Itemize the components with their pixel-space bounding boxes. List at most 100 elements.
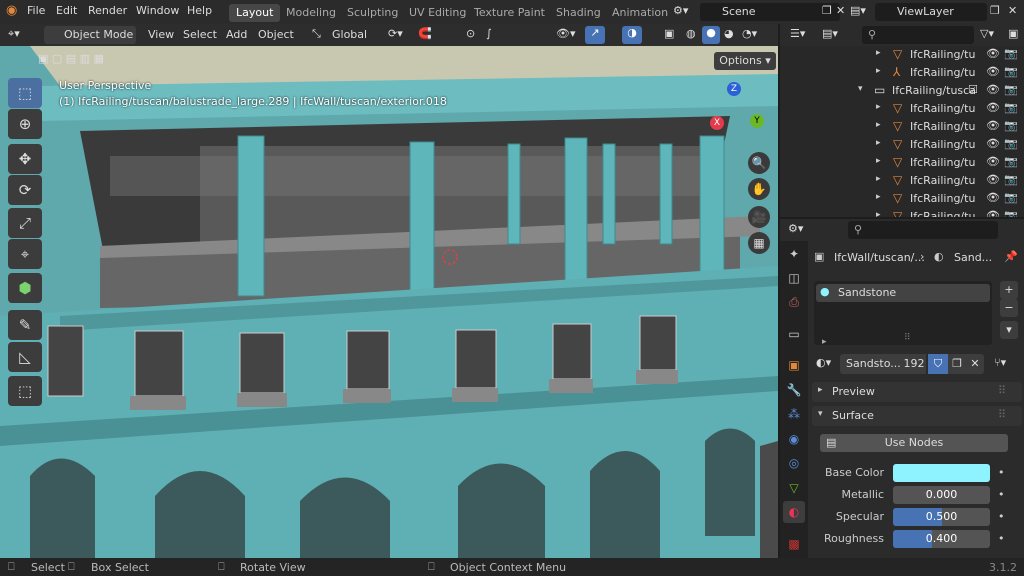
close-icon[interactable]: ✕ <box>836 4 845 17</box>
material-shading-icon[interactable]: ◕ <box>724 27 734 40</box>
snap-icon[interactable]: 🧲 <box>418 27 432 40</box>
editor-type-icon[interactable]: ☰▾ <box>790 27 805 40</box>
tab-uv-editing[interactable]: UV Editing <box>402 4 473 22</box>
navigation-gizmo[interactable]: Z Y X <box>700 78 770 148</box>
outliner-row[interactable]: ▸ ▽ IfcRailing/tu 👁 📷 <box>780 100 1024 118</box>
physics-tab-icon[interactable]: ◉ <box>783 428 805 450</box>
editor-type-icon[interactable]: ⌖▾ <box>8 27 20 41</box>
select-mode-buttons[interactable]: ▣ ▢ ▤ ▥ ▦ <box>38 52 134 68</box>
outliner-row[interactable]: ▸ ▽ IfcRailing/tu 👁 📷 <box>780 118 1024 136</box>
tab-texture-paint[interactable]: Texture Paint <box>467 4 552 22</box>
proportional-icon[interactable]: ⊙ <box>466 27 475 40</box>
overlay-icon[interactable]: ◑ <box>622 26 642 44</box>
preview-panel-header[interactable]: ▸ Preview ⠿ <box>812 382 1022 402</box>
use-nodes-button[interactable]: ▤ Use Nodes <box>820 434 1008 452</box>
camera-icon[interactable]: 📷 <box>1004 173 1018 186</box>
scene-field[interactable]: Scene <box>700 3 840 21</box>
close-icon[interactable]: ✕ <box>1008 4 1017 17</box>
fake-user-icon[interactable]: ⛉ <box>928 354 948 374</box>
annotate-tool-button[interactable]: ✎ <box>8 310 42 340</box>
link-dropdown-icon[interactable]: ⑂▾ <box>994 356 1006 369</box>
properties-search-input[interactable]: ⚲ <box>848 221 998 239</box>
camera-icon[interactable]: 📷 <box>1004 209 1018 217</box>
camera-icon[interactable]: 📷 <box>1004 101 1018 114</box>
options-button[interactable]: Options ▾ <box>714 52 776 70</box>
drag-handle-icon[interactable]: ⠿ <box>998 384 1006 397</box>
camera-icon[interactable]: 📷 <box>1004 47 1018 60</box>
chevron-right-icon[interactable]: ▸ <box>876 120 881 130</box>
gizmo-y-axis[interactable]: Y <box>750 114 764 128</box>
cube-tool-button[interactable]: ⬢ <box>8 273 42 303</box>
new-collection-icon[interactable]: ▣ <box>1008 27 1018 40</box>
transform-tool-button[interactable]: ⌖ <box>8 239 42 269</box>
editor-type-icon[interactable]: ⚙▾ <box>788 222 803 235</box>
menu-object[interactable]: Object <box>258 28 294 41</box>
eye-icon[interactable]: 👁 <box>986 173 1000 186</box>
data-tab-icon[interactable]: ▽ <box>783 477 805 499</box>
cursor-tool-button[interactable]: ⊕ <box>8 109 42 139</box>
copy-icon[interactable]: ❐ <box>822 4 832 17</box>
display-mode-icon[interactable]: ▤▾ <box>822 27 838 40</box>
pin-icon[interactable]: 📌 <box>1004 250 1018 263</box>
tool-tab-icon[interactable]: ✦ <box>783 243 805 265</box>
outliner-row[interactable]: ▸ ▽ IfcRailing/tu 👁 📷 <box>780 46 1024 64</box>
camera-icon[interactable]: 📷 <box>1004 155 1018 168</box>
blender-logo-icon[interactable]: ◉ <box>6 3 17 18</box>
camera-icon[interactable]: 📷 <box>1004 191 1018 204</box>
menu-file[interactable]: File <box>27 4 45 17</box>
chevron-right-icon[interactable]: ▸ <box>876 66 881 76</box>
tab-sculpting[interactable]: Sculpting <box>340 4 405 22</box>
eye-icon[interactable]: 👁 <box>986 47 1000 60</box>
outliner-row[interactable]: ▸ ▽ IfcRailing/tu 👁 📷 <box>780 190 1024 208</box>
user-count[interactable]: 192 <box>902 354 926 374</box>
keyframe-icon[interactable]: • <box>998 488 1005 501</box>
move-tool-button[interactable]: ✥ <box>8 144 42 174</box>
falloff-icon[interactable]: ∫ <box>486 27 492 40</box>
menu-window[interactable]: Window <box>136 4 179 17</box>
keyframe-icon[interactable]: • <box>998 466 1005 479</box>
eye-icon[interactable]: 👁 <box>986 137 1000 150</box>
unlink-icon[interactable]: ✕ <box>966 354 984 374</box>
menu-render[interactable]: Render <box>88 4 127 17</box>
pan-icon[interactable]: ✋ <box>748 178 770 200</box>
outliner-row[interactable]: ▸ ⅄ IfcRailing/tu 👁 📷 <box>780 64 1024 82</box>
visibility-icon[interactable]: 👁▾ <box>556 27 576 40</box>
expand-arrow-icon[interactable]: ▸ <box>822 337 827 347</box>
transform-orientation-dropdown[interactable]: Global <box>332 28 367 41</box>
rendered-shading-icon[interactable]: ◔▾ <box>742 27 757 40</box>
camera-icon[interactable]: 📷 <box>1004 119 1018 132</box>
chevron-right-icon[interactable]: ▸ <box>876 192 881 202</box>
view-layer-tab-icon[interactable]: ▭ <box>783 323 805 345</box>
menu-help[interactable]: Help <box>187 4 212 17</box>
scale-tool-button[interactable]: ⤢ <box>8 208 42 238</box>
chevron-right-icon[interactable]: ▸ <box>876 210 881 217</box>
filter-icon[interactable]: ▽▾ <box>980 27 994 40</box>
base-color-swatch[interactable] <box>893 464 990 482</box>
wireframe-shading-icon[interactable]: ◍ <box>686 27 696 40</box>
outliner-row[interactable]: ▸ ▽ IfcRailing/tu 👁 📷 <box>780 172 1024 190</box>
eye-icon[interactable]: 👁 <box>986 191 1000 204</box>
menu-view[interactable]: View <box>148 28 174 41</box>
tab-modeling[interactable]: Modeling <box>279 4 343 22</box>
output-tab-icon[interactable]: ⎙ <box>783 291 805 313</box>
surface-panel-header[interactable]: ▾ Surface ⠿ <box>812 406 1022 426</box>
scene-icon[interactable]: ⚙▾ <box>673 4 688 17</box>
render-tab-icon[interactable]: ◫ <box>783 267 805 289</box>
chevron-down-icon[interactable]: ▾ <box>858 84 863 94</box>
keyframe-icon[interactable]: • <box>998 532 1005 545</box>
add-slot-button[interactable]: + <box>1000 281 1018 299</box>
camera-icon[interactable]: 📷 <box>1004 137 1018 150</box>
drag-handle-icon[interactable]: ⠿ <box>998 408 1006 421</box>
eye-icon[interactable]: 👁 <box>986 101 1000 114</box>
outliner-row[interactable]: ▸ ▽ IfcRailing/tu 👁 📷 <box>780 208 1024 217</box>
tab-animation[interactable]: Animation <box>605 4 675 22</box>
camera-icon[interactable]: 📷 <box>1004 83 1018 96</box>
copy-icon[interactable]: ❐ <box>990 4 1000 17</box>
list-resize-handle[interactable]: ⠿ <box>904 333 911 343</box>
eye-icon[interactable]: 👁 <box>986 155 1000 168</box>
material-slot[interactable]: ● Sandstone <box>816 284 990 302</box>
tab-shading[interactable]: Shading <box>549 4 608 22</box>
outliner-search-input[interactable]: ⚲ <box>862 26 974 44</box>
view-layer-field[interactable]: ViewLayer <box>875 3 987 21</box>
zoom-icon[interactable]: 🔍 <box>748 152 770 174</box>
